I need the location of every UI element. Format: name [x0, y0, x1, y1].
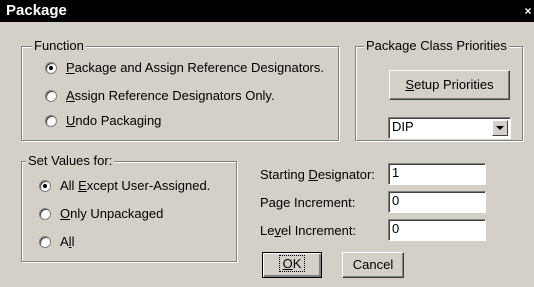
- starting-designator-value: 1: [392, 165, 400, 180]
- radio-label: Undo Packaging: [66, 113, 162, 128]
- level-increment-value: 0: [392, 221, 400, 236]
- function-legend: Function: [32, 38, 86, 53]
- radio-indicator[interactable]: [45, 62, 57, 74]
- package-class-select[interactable]: DIP: [388, 117, 511, 139]
- window-title: Package: [6, 2, 67, 19]
- radio-label: All: [60, 234, 75, 249]
- radio-indicator[interactable]: [39, 208, 51, 220]
- radio-indicator[interactable]: [45, 115, 57, 127]
- cancel-button[interactable]: Cancel: [342, 252, 404, 278]
- level-increment-label: Level Increment:: [260, 223, 357, 238]
- setup-priorities-button[interactable]: Setup Priorities: [389, 70, 510, 100]
- starting-designator-input[interactable]: 1: [388, 163, 486, 185]
- radio-label: Package and Assign Reference Designators…: [66, 60, 324, 75]
- set-values-group: Set Values for: All Except User-Assigned…: [21, 154, 237, 262]
- starting-designator-label: Starting Designator:: [260, 167, 375, 182]
- page-increment-label: Page Increment:: [260, 195, 356, 210]
- radio-label: All Except User-Assigned.: [60, 178, 211, 193]
- page-increment-input[interactable]: 0: [388, 191, 486, 213]
- set-values-legend: Set Values for:: [26, 153, 115, 168]
- radio-indicator[interactable]: [39, 180, 51, 192]
- radio-label: Assign Reference Designators Only.: [66, 88, 275, 103]
- priorities-legend: Package Class Priorities: [364, 38, 509, 53]
- level-increment-input[interactable]: 0: [388, 219, 486, 241]
- package-class-value: DIP: [392, 119, 414, 134]
- radio-label: Only Unpackaged: [60, 206, 164, 221]
- function-group: Function Package and Assign Reference De…: [21, 39, 339, 141]
- ok-focus-rect: OK: [278, 255, 306, 272]
- radio-indicator[interactable]: [39, 236, 51, 248]
- chevron-down-icon[interactable]: [492, 120, 508, 136]
- page-increment-value: 0: [392, 193, 400, 208]
- title-bar[interactable]: Package ×: [0, 0, 534, 22]
- ok-button[interactable]: OK: [262, 252, 322, 278]
- package-dialog: Package × Function Package and Assign Re…: [0, 0, 534, 287]
- radio-indicator[interactable]: [45, 90, 57, 102]
- close-icon[interactable]: ×: [523, 3, 533, 19]
